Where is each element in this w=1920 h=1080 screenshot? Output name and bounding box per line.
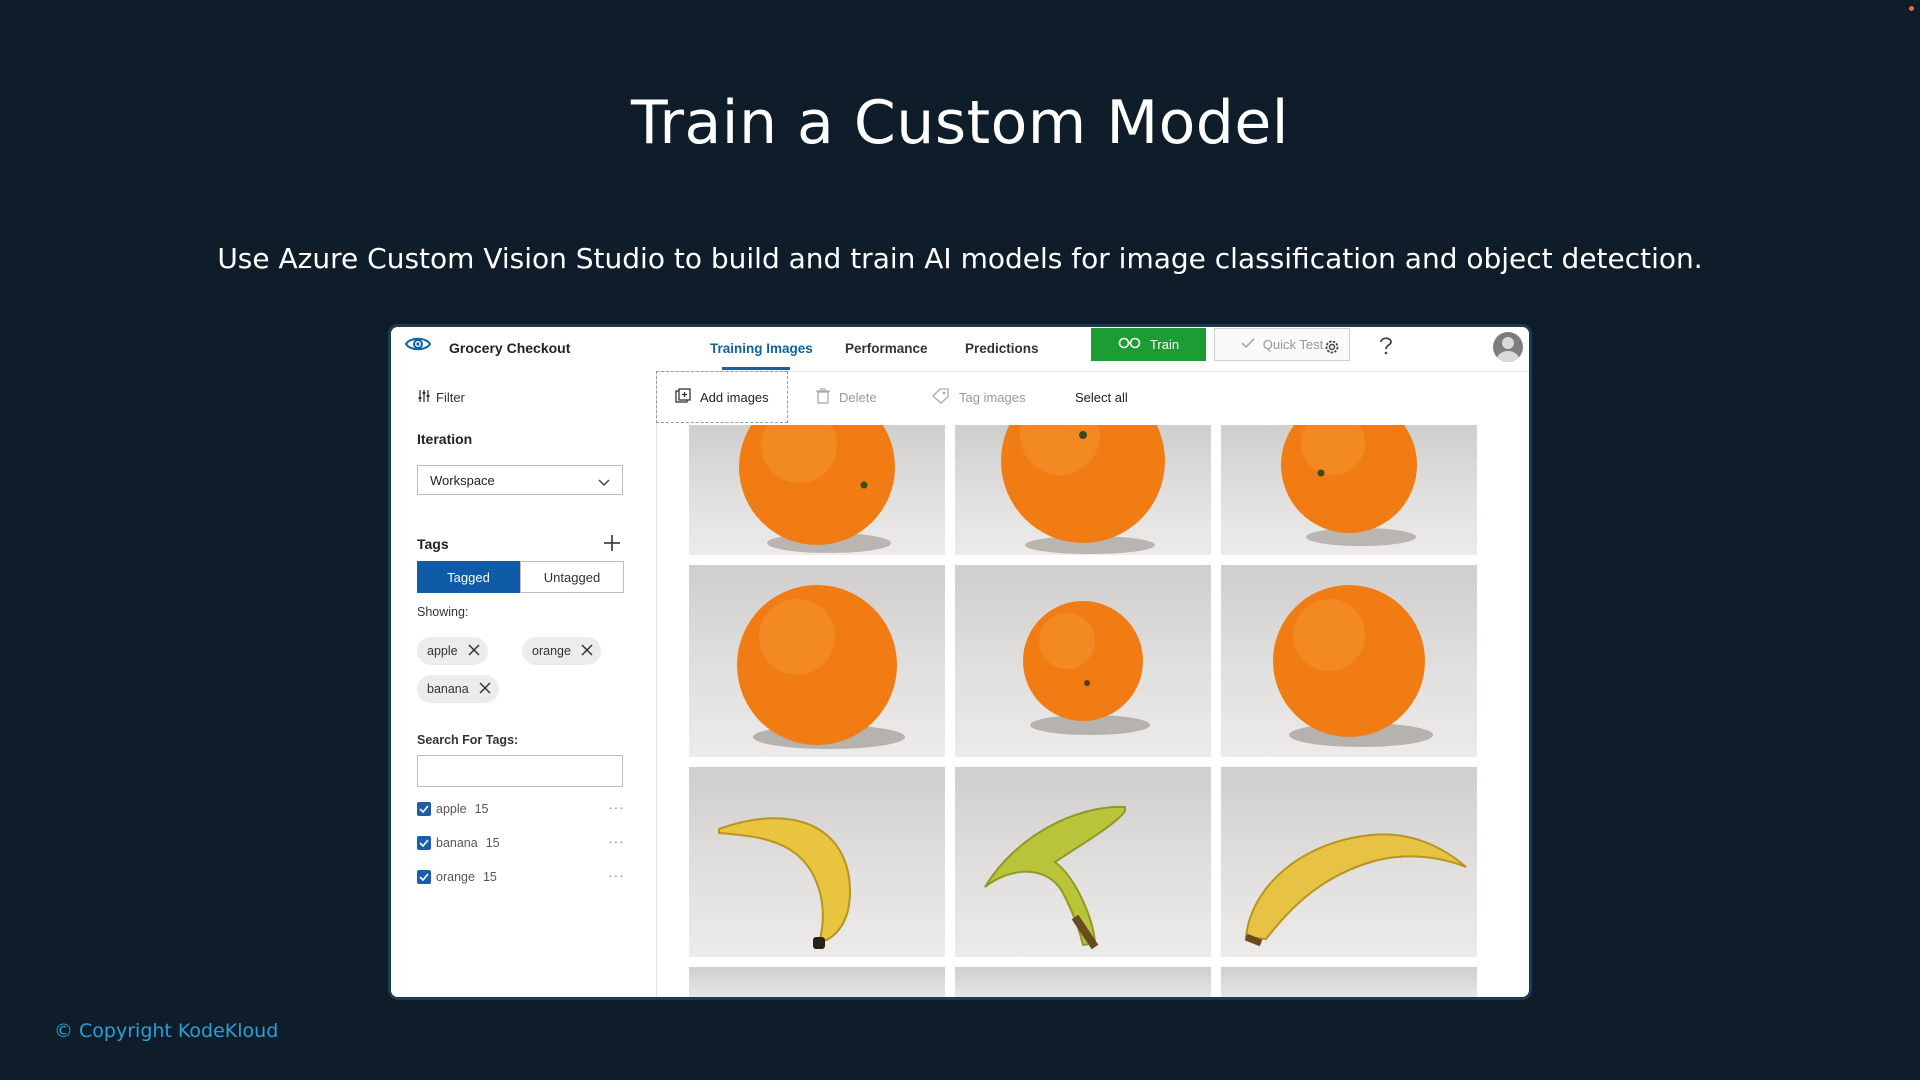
custom-vision-window: Grocery Checkout Training Images Perform… xyxy=(388,324,1532,1000)
tag-row-apple[interactable]: apple 15 ··· xyxy=(417,799,627,819)
search-tags-input[interactable] xyxy=(417,755,623,787)
image-tile[interactable] xyxy=(689,967,945,997)
image-tile-orange[interactable] xyxy=(955,425,1211,555)
filter-chip-orange: orange xyxy=(522,637,601,665)
tag-count: 15 xyxy=(482,870,497,884)
tag-row-banana[interactable]: banana 15 ··· xyxy=(417,833,627,853)
image-tile[interactable] xyxy=(1221,967,1477,997)
slide-subtitle: Use Azure Custom Vision Studio to build … xyxy=(217,242,1703,275)
close-icon[interactable] xyxy=(479,681,491,697)
delete-button[interactable]: Delete xyxy=(816,371,877,423)
active-tab-indicator xyxy=(722,367,790,370)
filter-icon xyxy=(417,389,431,406)
chip-label: banana xyxy=(427,682,469,696)
add-tag-icon[interactable] xyxy=(603,534,621,557)
checkbox-checked[interactable] xyxy=(417,836,431,850)
train-label: Train xyxy=(1149,337,1180,352)
image-toolbar: Add images Delete Tag images Select all xyxy=(656,371,1529,423)
filter-label: Filter xyxy=(436,390,465,405)
image-tile-orange[interactable] xyxy=(689,565,945,757)
tag-count: 15 xyxy=(485,836,500,850)
check-icon xyxy=(1241,337,1255,352)
more-options-icon[interactable]: ··· xyxy=(608,799,625,815)
chip-label: orange xyxy=(532,644,571,658)
train-button[interactable]: Train xyxy=(1091,328,1206,361)
tab-performance[interactable]: Performance xyxy=(845,341,928,356)
corner-dot xyxy=(1909,6,1914,11)
tag-name: apple xyxy=(436,802,467,816)
help-icon[interactable] xyxy=(1379,336,1393,361)
select-all-button[interactable]: Select all xyxy=(1075,371,1128,423)
quick-test-label: Quick Test xyxy=(1262,337,1324,352)
image-tile-orange[interactable] xyxy=(1221,425,1477,555)
close-icon[interactable] xyxy=(468,643,480,659)
image-tile-banana[interactable] xyxy=(955,767,1211,957)
add-image-icon xyxy=(675,387,691,407)
chevron-down-icon xyxy=(598,475,610,490)
filter-chip-banana: banana xyxy=(417,675,499,703)
untagged-toggle[interactable]: Untagged xyxy=(520,561,624,593)
image-tile-banana[interactable] xyxy=(1221,767,1477,957)
sidebar: Filter Iteration Workspace Tags Tagged U… xyxy=(391,371,657,997)
showing-label: Showing: xyxy=(417,605,469,619)
iteration-heading: Iteration xyxy=(417,431,473,447)
more-options-icon[interactable]: ··· xyxy=(608,867,625,883)
top-bar: Grocery Checkout Training Images Perform… xyxy=(391,327,1529,372)
tag-name: orange xyxy=(436,870,475,884)
tab-predictions[interactable]: Predictions xyxy=(965,341,1039,356)
image-tile[interactable] xyxy=(955,967,1211,997)
image-tile-banana[interactable] xyxy=(689,767,945,957)
gear-icon[interactable] xyxy=(1322,337,1342,362)
delete-label: Delete xyxy=(839,389,877,405)
more-options-icon[interactable]: ··· xyxy=(608,833,625,849)
tagged-toggle[interactable]: Tagged xyxy=(417,561,520,593)
copyright-notice: © Copyright KodeKloud xyxy=(54,1020,279,1042)
project-name[interactable]: Grocery Checkout xyxy=(449,340,570,356)
tag-name: banana xyxy=(436,836,478,850)
trash-icon xyxy=(816,387,830,407)
add-images-label: Add images xyxy=(700,389,769,405)
tags-heading: Tags xyxy=(417,536,449,552)
tag-row-orange[interactable]: orange 15 ··· xyxy=(417,867,627,887)
tag-images-label: Tag images xyxy=(959,389,1026,405)
train-icon xyxy=(1118,337,1142,352)
iteration-dropdown[interactable]: Workspace xyxy=(417,465,623,495)
filter-button[interactable]: Filter xyxy=(417,389,465,406)
image-tile-orange[interactable] xyxy=(689,425,945,555)
tag-count: 15 xyxy=(474,802,489,816)
slide-title: Train a Custom Model xyxy=(631,88,1289,158)
chip-label: apple xyxy=(427,644,458,658)
iteration-value: Workspace xyxy=(430,473,495,488)
image-tile-orange[interactable] xyxy=(955,565,1211,757)
checkbox-checked[interactable] xyxy=(417,802,431,816)
search-tags-label: Search For Tags: xyxy=(417,733,519,747)
filter-chip-apple: apple xyxy=(417,637,488,665)
eye-icon[interactable] xyxy=(404,335,432,358)
tag-icon xyxy=(932,387,950,407)
tab-training-images[interactable]: Training Images xyxy=(710,341,813,356)
avatar[interactable] xyxy=(1493,332,1523,362)
add-images-button[interactable]: Add images xyxy=(656,371,788,423)
close-icon[interactable] xyxy=(581,643,593,659)
tag-images-button[interactable]: Tag images xyxy=(932,371,1025,423)
checkbox-checked[interactable] xyxy=(417,870,431,884)
image-tile-orange[interactable] xyxy=(1221,565,1477,757)
